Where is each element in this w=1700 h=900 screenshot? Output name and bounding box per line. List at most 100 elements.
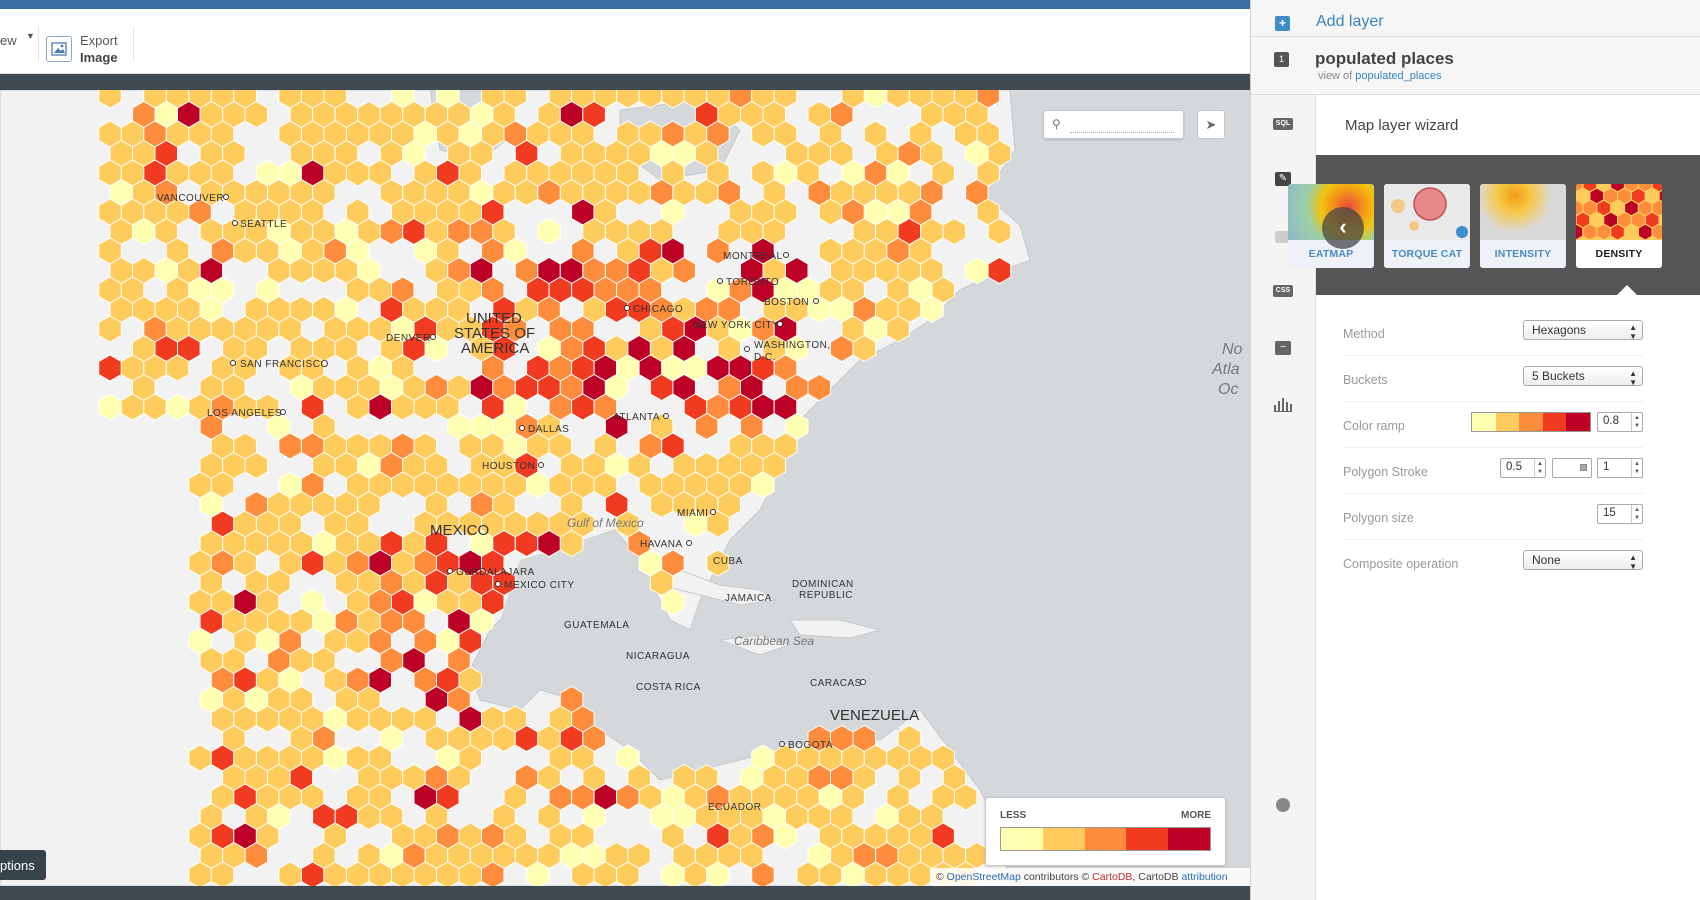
attribution-link[interactable]: attribution <box>1181 871 1227 883</box>
locate-button[interactable]: ➤ <box>1197 110 1225 139</box>
city-label: TORONTO <box>726 277 779 288</box>
density-thumbnail <box>1576 184 1662 241</box>
thumb-hex <box>1637 223 1653 241</box>
table-link[interactable]: populated_places <box>1355 70 1441 82</box>
help-tab[interactable] <box>1271 793 1295 817</box>
city-label: SEATTLE <box>240 219 287 230</box>
ramp-swatch <box>1472 413 1496 431</box>
map-search-input[interactable] <box>1070 117 1174 133</box>
paper-plane-icon: ➤ <box>1205 116 1217 132</box>
spinner-icon[interactable]: ▲ ▼ <box>1534 459 1545 477</box>
attribution-text: © <box>936 871 947 883</box>
ramp-swatch <box>1042 828 1085 850</box>
map-search-box[interactable]: ⚲ <box>1043 110 1184 139</box>
city-label: DALLAS <box>528 424 569 435</box>
thumb-hex <box>1596 223 1612 241</box>
city-label: NICARAGUA <box>626 651 690 662</box>
stroke-opacity-input[interactable]: 1 ▲ ▼ <box>1597 458 1643 478</box>
view-menu-label[interactable]: ew <box>0 33 17 48</box>
map-svg: VANCOUVER SEATTLE SAN FRANCISCO LOS ANGE… <box>0 90 1243 886</box>
spinner-icon[interactable]: ▲ ▼ <box>1631 459 1642 477</box>
layer-name[interactable]: populated places <box>1315 49 1454 69</box>
buckets-label: Buckets <box>1343 373 1388 387</box>
wizard-option-torque-cat[interactable]: TORQUE CAT <box>1384 184 1470 268</box>
legend-less-label: LESS <box>1000 810 1027 821</box>
chevron-down-icon[interactable]: ▼ <box>26 31 35 41</box>
polygon-size-value: 15 <box>1603 507 1616 519</box>
legend-more-label: MORE <box>1181 810 1211 821</box>
method-select[interactable]: Hexagons ▲ ▼ <box>1523 320 1643 341</box>
attribution-text: contributors © <box>1020 871 1093 883</box>
selected-pointer <box>1617 285 1637 295</box>
wizard-content: Map layer wizard EATMAP TORQUE CAT INTEN… <box>1288 95 1700 900</box>
legend-tab[interactable]: − <box>1271 336 1295 360</box>
city-label: VANCOUVER <box>157 193 224 204</box>
map-attribution: © OpenStreetMap contributors © CartoDB, … <box>930 868 1250 886</box>
city-label: GUADALAJARA <box>456 567 535 578</box>
cartodb-link[interactable]: CartoDB <box>1092 871 1132 883</box>
color-ramp-row: Color ramp 0.8 ▲ ▼ <box>1343 402 1643 448</box>
ramp-swatch <box>1001 828 1043 850</box>
ramp-swatch <box>1495 413 1520 431</box>
city-label: CHICAGO <box>633 304 683 315</box>
ramp-opacity-input[interactable]: 0.8 ▲ ▼ <box>1597 412 1643 432</box>
wizard-form: Method Hexagons ▲ ▼ Buckets 5 Buckets ▲ ▼ Co… <box>1343 310 1643 586</box>
legend-color-ramp <box>1000 827 1211 851</box>
thumb-hex <box>1582 223 1598 241</box>
city-label: BOGOTA <box>788 740 833 751</box>
polygon-size-input[interactable]: 15 ▲ ▼ <box>1597 504 1643 524</box>
sql-tab[interactable]: SQL <box>1271 112 1295 136</box>
wizard-option-intensity[interactable]: INTENSITY <box>1480 184 1566 268</box>
wizard-option-density[interactable]: DENSITY <box>1576 184 1662 268</box>
layer-number-badge: 1 <box>1274 52 1289 67</box>
country-label: MEXICO <box>430 522 489 539</box>
country-label-small: ECUADOR <box>708 802 762 813</box>
city-label: CARACAS <box>810 678 862 689</box>
country-label: VENEZUELA <box>830 707 919 724</box>
layer-source: view of populated_places <box>1318 70 1442 82</box>
composite-select[interactable]: None ▲ ▼ <box>1523 550 1643 571</box>
spinner-icon[interactable]: ▲ ▼ <box>1631 413 1642 431</box>
city-label: HOUSTON <box>482 461 535 472</box>
spinner-icon[interactable]: ▲ ▼ <box>1631 505 1642 523</box>
ramp-swatch <box>1542 413 1567 431</box>
top-accent-bar <box>0 0 1250 9</box>
city-label: SAN FRANCISCO <box>240 359 329 370</box>
select-arrows-icon: ▲ ▼ <box>1629 369 1637 387</box>
method-row: Method Hexagons ▲ ▼ <box>1343 310 1643 356</box>
stroke-color-picker[interactable] <box>1552 458 1592 478</box>
carousel-prev-button[interactable]: ‹ <box>1322 207 1364 249</box>
color-ramp-label: Color ramp <box>1343 419 1405 433</box>
polygon-size-label: Polygon size <box>1343 511 1414 525</box>
color-swatch-icon <box>1580 464 1587 471</box>
stroke-width-input[interactable]: 0.5 ▲ ▼ <box>1500 458 1546 478</box>
stroke-width-value: 0.5 <box>1506 461 1522 473</box>
color-ramp-picker[interactable] <box>1471 412 1591 432</box>
method-value: Hexagons <box>1532 323 1587 337</box>
export-image-button[interactable]: Export Image <box>46 29 118 69</box>
search-icon: ⚲ <box>1052 117 1061 131</box>
buckets-value: 5 Buckets <box>1532 369 1585 383</box>
polygon-size-row: Polygon size 15 ▲ ▼ <box>1343 494 1643 540</box>
add-layer-button[interactable]: + Add layer <box>1251 0 1700 37</box>
filters-tab[interactable] <box>1271 393 1295 417</box>
torque-cat-thumbnail <box>1384 184 1470 240</box>
intensity-thumbnail <box>1480 184 1566 240</box>
city-label: MEXICO CITY <box>504 580 575 591</box>
thumb-hex <box>1623 223 1640 241</box>
map-footer-bar <box>0 886 1250 900</box>
polygon-stroke-row: Polygon Stroke 0.5 ▲ ▼ 1 ▲ ▼ <box>1343 448 1643 494</box>
css-tab[interactable]: CSS <box>1271 279 1295 303</box>
options-button[interactable]: ptions <box>0 850 46 880</box>
city-label: HAVANA <box>640 539 683 550</box>
layer-header[interactable]: 1 populated places view of populated_pla… <box>1251 37 1700 95</box>
thumb-hex <box>1609 223 1626 241</box>
map-canvas[interactable]: VANCOUVER SEATTLE SAN FRANCISCO LOS ANGE… <box>0 90 1250 886</box>
sea-label: Oc <box>1218 381 1238 398</box>
attribution-text: , CartoDB <box>1132 871 1182 883</box>
city-label: NEW YORK CITY <box>693 320 779 331</box>
ramp-swatch <box>1126 828 1169 850</box>
buckets-select[interactable]: 5 Buckets ▲ ▼ <box>1523 366 1643 387</box>
osm-link[interactable]: OpenStreetMap <box>947 871 1021 883</box>
css-icon: CSS <box>1273 285 1293 297</box>
